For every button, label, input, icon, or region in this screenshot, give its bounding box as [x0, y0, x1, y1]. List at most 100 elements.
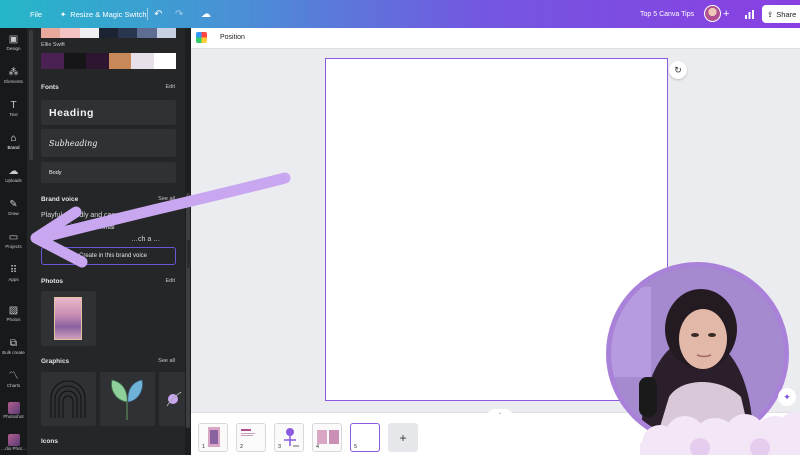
rail-item-studio-photo[interactable]: …dio Phot… — [0, 434, 27, 452]
rail-item-text[interactable]: T Text — [0, 100, 27, 118]
rail-item-label: Design — [6, 46, 21, 51]
rail-item-label: …dio Phot… — [0, 446, 27, 451]
graphic-leaf-sprout[interactable] — [100, 372, 155, 426]
rail-item-label: Elements — [4, 79, 23, 84]
cloud-save-icon[interactable]: ☁ — [201, 0, 211, 28]
color-swatch[interactable] — [98, 28, 119, 38]
scrollbar-thumb[interactable] — [186, 193, 190, 428]
redo-icon[interactable]: ↷ — [175, 0, 183, 28]
photos-edit-link[interactable]: Edit — [166, 278, 175, 284]
rail-item-label: Brand — [7, 145, 20, 150]
share-label: Share — [776, 9, 797, 19]
share-icon: ⇪ — [767, 9, 774, 19]
rail-item-label: Draw — [8, 211, 19, 216]
brand-icon: ⌂ — [10, 133, 17, 144]
cloud-decoration — [640, 412, 800, 455]
position-button[interactable]: Position — [220, 34, 245, 41]
divider — [147, 8, 148, 20]
document-title[interactable]: Top 5 Canva Tips — [640, 0, 694, 28]
apps-icon: ⠿ — [9, 265, 18, 276]
color-swatch[interactable] — [156, 28, 177, 38]
color-swatch[interactable] — [137, 28, 157, 38]
rail-item-photoshot[interactable]: Photoshot — [0, 402, 27, 420]
color-picker-icon[interactable] — [196, 32, 207, 43]
graphics-heading: Graphics — [41, 358, 70, 365]
design-icon: ▣ — [8, 34, 19, 45]
resize-magic-switch-button[interactable]: ✦ Resize & Magic Switch — [60, 0, 147, 28]
graphics-see-all[interactable]: See all — [158, 358, 175, 364]
left-rail: ▣ Design ⁂ Elements T Text ⌂ Brand ☁ Upl… — [0, 28, 27, 455]
color-swatch[interactable] — [108, 53, 131, 69]
color-swatch[interactable] — [41, 28, 61, 38]
avatar[interactable] — [704, 5, 721, 22]
graphic-partial[interactable] — [159, 372, 187, 426]
elements-icon: ⁂ — [8, 67, 19, 78]
rail-item-elements[interactable]: ⁂ Elements — [0, 67, 27, 85]
voice-line: …ation with a millennial — [41, 224, 115, 231]
color-swatch[interactable] — [79, 28, 99, 38]
add-collaborator-icon[interactable]: + — [723, 0, 729, 28]
uploads-icon: ☁ — [8, 166, 19, 177]
color-swatch[interactable] — [63, 53, 86, 69]
color-palette-top — [41, 28, 177, 38]
rail-item-label: Projects — [5, 244, 22, 249]
fonts-edit-link[interactable]: Edit — [166, 84, 175, 90]
page-number: 1 — [202, 444, 206, 450]
top-bar: File ✦ Resize & Magic Switch ↶ ↷ ☁ Top 5… — [0, 0, 800, 28]
photo-image — [54, 297, 82, 340]
color-swatch[interactable] — [118, 28, 138, 38]
color-swatch[interactable] — [131, 53, 154, 69]
rail-item-bulk-create[interactable]: ⧉ Bulk create — [0, 338, 27, 356]
file-menu-button[interactable]: File — [30, 0, 42, 28]
rail-item-label: Photoshot — [3, 414, 24, 419]
page-number: 4 — [316, 444, 320, 450]
brand-voice-see-all[interactable]: See all — [158, 196, 175, 202]
rail-item-uploads[interactable]: ☁ Uploads — [0, 166, 27, 184]
insights-icon[interactable] — [745, 0, 754, 28]
rail-item-photos[interactable]: ▨ Photos — [0, 305, 27, 323]
brand-kit-name: Ellie Swift — [41, 42, 65, 48]
text-icon: T — [10, 100, 17, 111]
context-toolbar — [191, 28, 800, 49]
strip-toggle-icon[interactable]: ⌄ — [487, 409, 513, 417]
graphic-rainbow-lines[interactable] — [41, 372, 96, 426]
undo-icon[interactable]: ↶ — [154, 0, 162, 28]
rail-item-label: Text — [9, 112, 18, 117]
rail-item-draw[interactable]: ✎ Draw — [0, 199, 27, 217]
brand-voice-heading: Brand voice — [41, 196, 79, 203]
bulk-create-icon: ⧉ — [9, 338, 18, 349]
resize-label: Resize & Magic Switch — [70, 9, 147, 19]
brand-photo-thumbnail[interactable] — [41, 291, 96, 346]
page-number: 3 — [278, 444, 282, 450]
studio-photo-icon — [7, 434, 20, 446]
charts-icon: 〽 — [8, 371, 19, 382]
page-number: 2 — [240, 444, 244, 450]
rail-item-design[interactable]: ▣ Design — [0, 34, 27, 52]
magic-assistant-icon[interactable]: ✦ — [778, 388, 796, 406]
rail-item-projects[interactable]: ▭ Projects — [0, 232, 27, 250]
color-swatch[interactable] — [86, 53, 109, 69]
color-swatch[interactable] — [60, 28, 80, 38]
rail-item-label: Bulk create — [2, 350, 25, 355]
rail-item-apps[interactable]: ⠿ Apps — [0, 265, 27, 283]
rail-item-charts[interactable]: 〽 Charts — [0, 371, 27, 389]
create-brand-voice-button[interactable]: ✎ Create in this brand voice — [41, 247, 176, 265]
magic-write-icon: ✎ — [69, 253, 75, 260]
panel-scrollbar-left[interactable] — [29, 30, 33, 160]
photos-icon: ▨ — [8, 305, 19, 316]
icons-heading: Icons — [41, 438, 58, 445]
font-body-sample[interactable]: Body — [41, 162, 176, 183]
color-swatch[interactable] — [41, 53, 64, 69]
photos-heading: Photos — [41, 278, 64, 285]
font-subheading-sample[interactable]: Subheading — [41, 129, 176, 157]
refresh-icon[interactable]: ↻ — [669, 61, 687, 79]
share-button[interactable]: ⇪ Share — [762, 5, 800, 23]
rail-item-label: Apps — [8, 277, 19, 282]
rail-item-brand[interactable]: ⌂ Brand — [0, 133, 27, 151]
font-heading-sample[interactable]: Heading — [41, 100, 176, 125]
page-number: 5 — [354, 444, 358, 450]
color-swatch[interactable] — [153, 53, 176, 69]
add-page-button[interactable]: + — [388, 423, 418, 452]
draw-icon: ✎ — [9, 199, 18, 210]
photoshot-icon — [7, 402, 20, 414]
